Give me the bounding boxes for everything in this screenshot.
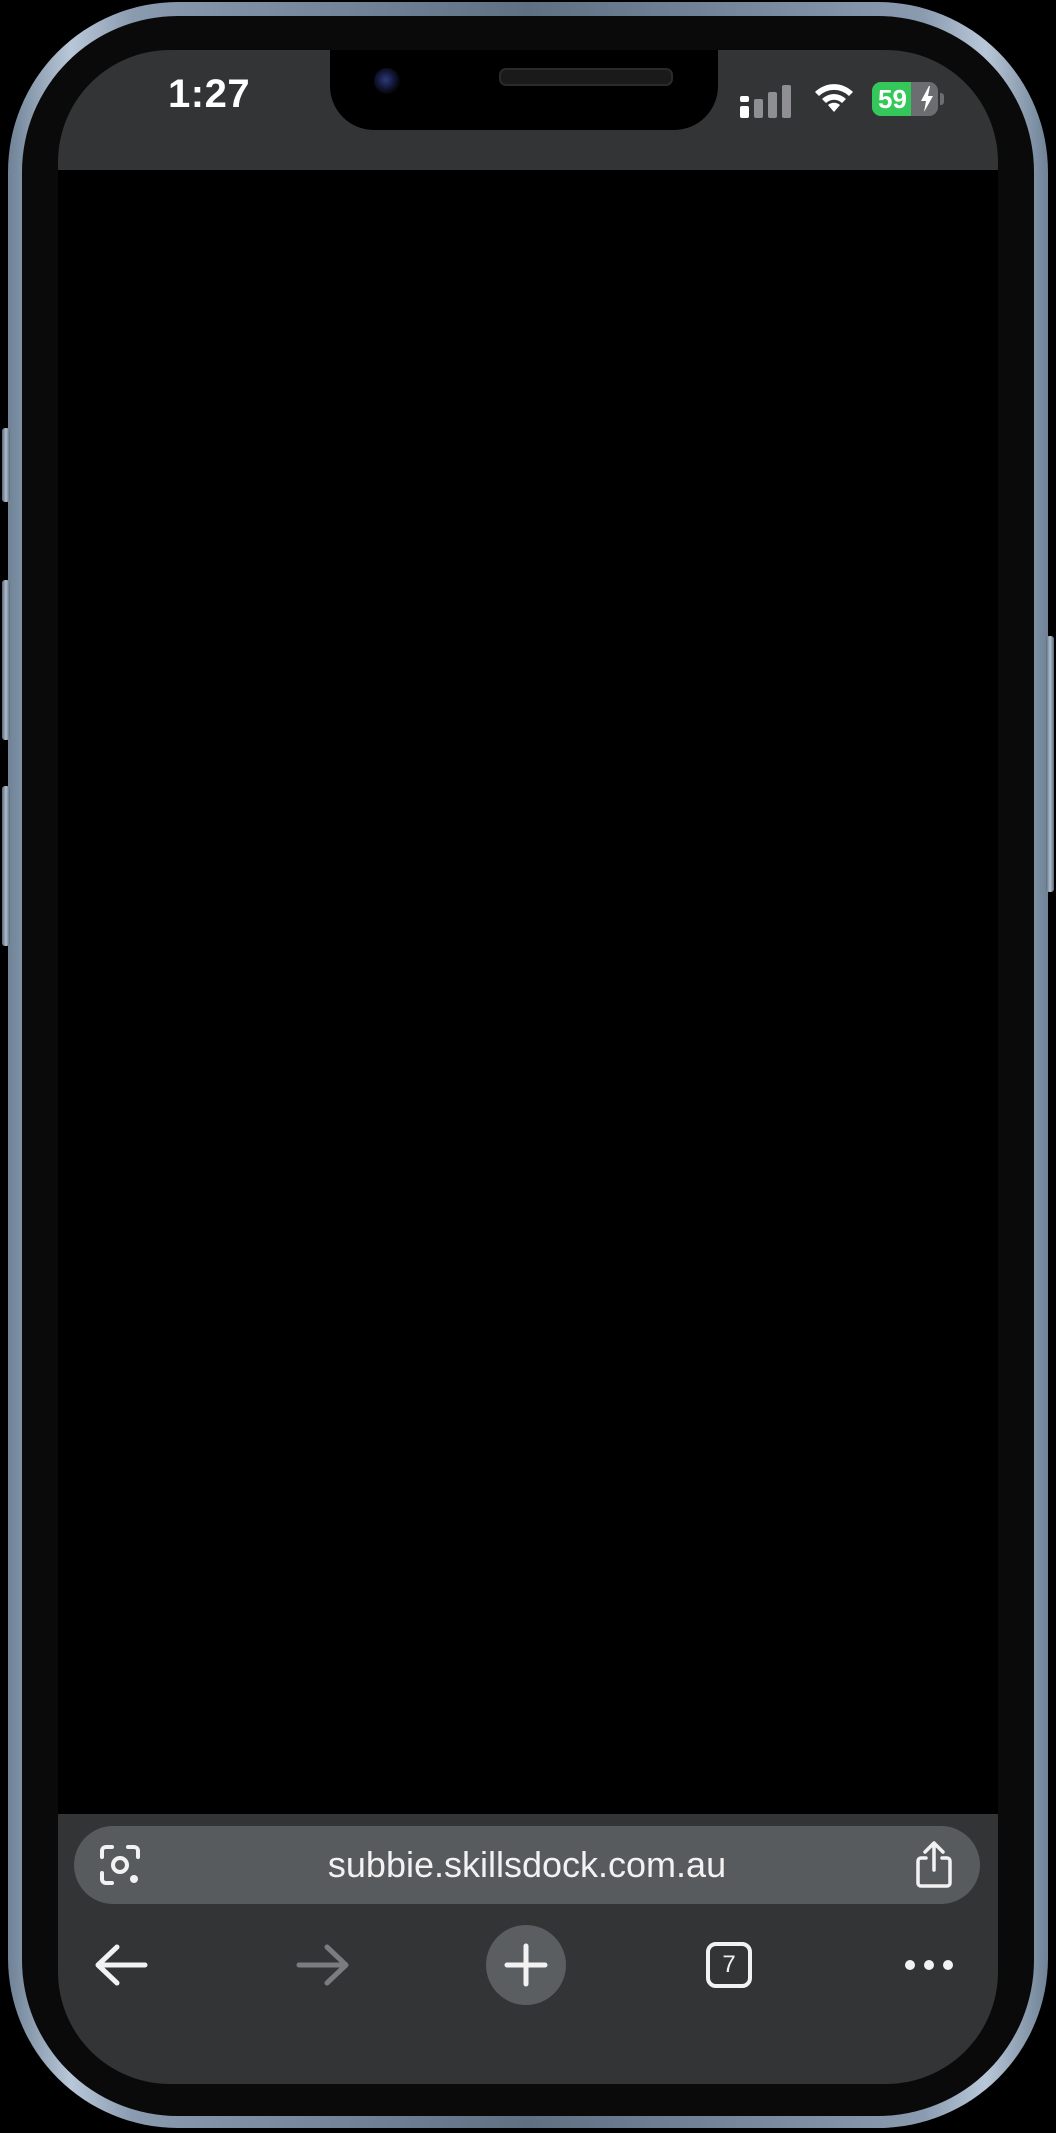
new-tab-button[interactable] [486, 1925, 566, 2005]
screen: 1:27 59 subbie.skillsdock.com.au 7 [58, 50, 998, 2084]
share-icon[interactable] [912, 1840, 956, 1890]
more-options-icon [905, 1960, 953, 1970]
forward-button[interactable] [280, 1922, 366, 2008]
battery-indicator: 59 [872, 82, 944, 116]
battery-body: 59 [872, 82, 938, 116]
tab-switcher-icon: 7 [706, 1942, 752, 1988]
more-options-button[interactable] [886, 1922, 972, 2008]
battery-nub [940, 93, 944, 105]
earpiece-speaker [499, 68, 673, 86]
google-lens-icon[interactable] [98, 1843, 142, 1887]
address-bar[interactable]: subbie.skillsdock.com.au [74, 1826, 980, 1904]
url-text[interactable]: subbie.skillsdock.com.au [164, 1826, 890, 1904]
phone-device: 1:27 59 subbie.skillsdock.com.au 7 [0, 0, 1056, 2133]
back-button[interactable] [78, 1922, 164, 2008]
volume-down-button [2, 786, 10, 946]
status-bar: 1:27 59 [58, 50, 998, 170]
action-button [2, 428, 10, 502]
cellular-signal-icon [740, 85, 791, 118]
back-arrow-icon [95, 1944, 148, 1986]
front-camera [374, 68, 400, 94]
tab-switcher-button[interactable]: 7 [686, 1922, 772, 2008]
status-time: 1:27 [168, 72, 251, 116]
wifi-icon [815, 84, 853, 112]
charging-bolt-icon [921, 86, 933, 112]
navigation-row: 7 [58, 1922, 998, 2008]
plus-icon [504, 1943, 548, 1987]
web-content-area[interactable] [58, 170, 998, 1864]
browser-toolbar: subbie.skillsdock.com.au 7 [58, 1814, 998, 2084]
forward-arrow-icon [296, 1944, 349, 1986]
tab-count: 7 [722, 1951, 736, 1978]
power-button [1046, 636, 1054, 892]
volume-up-button [2, 580, 10, 740]
